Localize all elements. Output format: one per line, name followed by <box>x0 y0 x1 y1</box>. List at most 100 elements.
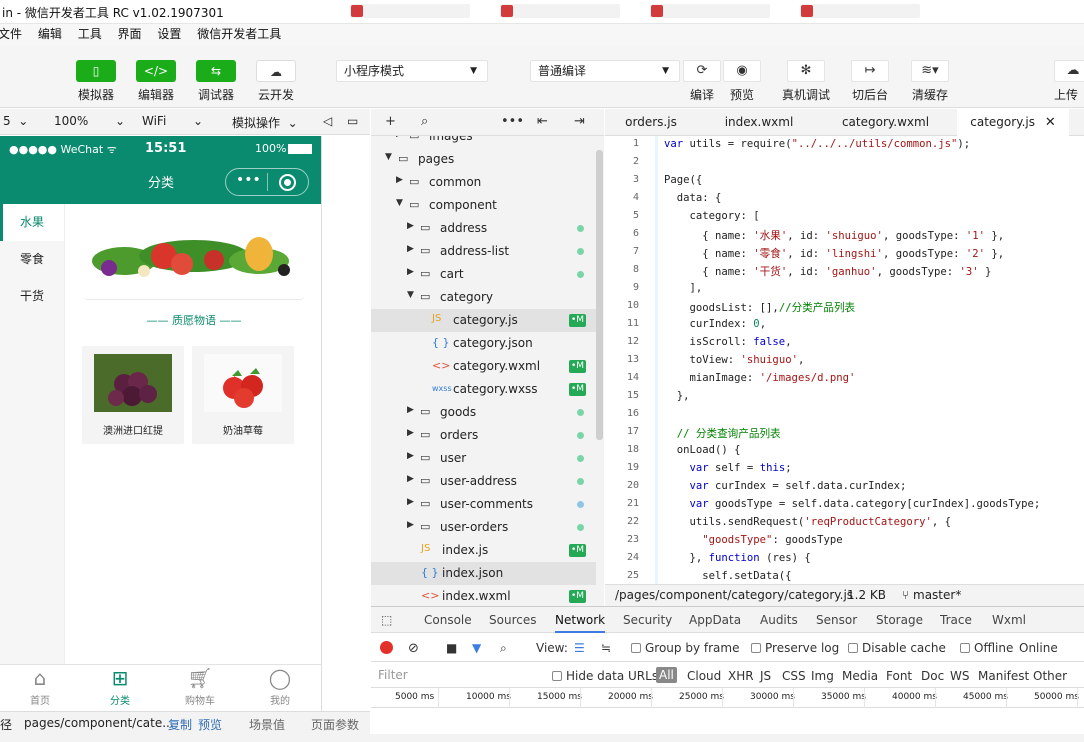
tree-item[interactable]: ▶ ▭ address <box>371 217 596 240</box>
camera-icon[interactable]: ■ <box>446 641 457 655</box>
type-filter-img[interactable]: Img <box>811 669 834 683</box>
clear-cache-button[interactable]: ≋▾ 清缓存 <box>911 60 949 103</box>
git-branch[interactable]: ⑂ master* <box>902 588 961 602</box>
search-icon[interactable]: ⌕ <box>421 114 428 129</box>
category-item-ganhuo[interactable]: 干货 <box>0 278 64 315</box>
close-icon[interactable]: ✕ <box>1045 115 1056 130</box>
preview-button[interactable]: ◉ 预览 <box>723 60 761 103</box>
devtab-console[interactable]: Console <box>424 613 472 627</box>
tab-mine[interactable]: ◯ 我的 <box>240 665 320 707</box>
tree-item[interactable]: ▶ ▭ common <box>371 171 596 194</box>
simulate-operation-select[interactable]: 模拟操作 ⌄ <box>232 114 298 131</box>
type-filter-xhr[interactable]: XHR <box>728 669 754 683</box>
devtab-sources[interactable]: Sources <box>489 613 536 627</box>
menu-view[interactable]: 界面 <box>118 24 142 44</box>
tree-item[interactable]: <> index.wxml •M <box>371 585 596 606</box>
tree-item[interactable]: ▶ ▭ user-address <box>371 470 596 493</box>
preview-link[interactable]: 预览 <box>198 716 222 733</box>
chevron-down-icon[interactable]: ▼ <box>396 198 403 208</box>
hide-data-urls-checkbox[interactable]: Hide data URLs <box>552 669 658 683</box>
capsule-menu[interactable]: ••• <box>225 168 309 196</box>
cloud-button[interactable]: ☁ 云开发 <box>256 60 296 103</box>
copy-link[interactable]: 复制 <box>168 716 192 733</box>
menu-tools[interactable]: 工具 <box>78 24 102 44</box>
background-button[interactable]: ↦ 切后台 <box>851 60 889 103</box>
clear-icon[interactable]: ⊘ <box>408 641 419 656</box>
tree-item[interactable]: ▶ ▭ address-list <box>371 240 596 263</box>
record-icon[interactable] <box>380 641 393 654</box>
filter-input[interactable]: Filter <box>378 668 408 682</box>
list-view-icon[interactable]: ☰ <box>574 641 585 655</box>
tab-category-js[interactable]: category.js ✕ <box>957 109 1069 136</box>
disable-cache-checkbox[interactable]: Disable cache <box>848 641 946 655</box>
type-filter-other[interactable]: Other <box>1033 669 1067 683</box>
chevron-down-icon[interactable]: ▼ <box>407 290 414 300</box>
type-filter-font[interactable]: Font <box>886 669 912 683</box>
chevron-right-icon[interactable]: ▶ <box>396 175 403 185</box>
type-filter-js[interactable]: JS <box>760 669 771 683</box>
tab-category-wxml[interactable]: category.wxml <box>823 109 948 136</box>
debugger-button[interactable]: ⇆ 调试器 <box>196 60 236 103</box>
more-icon[interactable]: ••• <box>501 114 524 129</box>
upload-button[interactable]: ☁ 上传 <box>1054 60 1084 103</box>
devtab-sensor[interactable]: Sensor <box>816 613 857 627</box>
menu-settings[interactable]: 设置 <box>157 24 181 44</box>
chevron-right-icon[interactable]: ▶ <box>407 267 414 277</box>
type-filter-doc[interactable]: Doc <box>921 669 944 683</box>
chevron-right-icon[interactable]: ▶ <box>407 428 414 438</box>
tab-cart[interactable]: 🛒︎ 购物车 <box>160 665 240 707</box>
preserve-log-checkbox[interactable]: Preserve log <box>751 641 839 655</box>
tree-item[interactable]: JS index.js •M <box>371 539 596 562</box>
chevron-right-icon[interactable]: ▶ <box>407 520 414 530</box>
zoom-select[interactable]: 100% ⌄ <box>54 114 125 128</box>
tab-category[interactable]: ⊞ 分类 <box>80 665 160 707</box>
chevron-right-icon[interactable]: ▶ <box>396 136 403 139</box>
mode-select[interactable]: 小程序模式 ▼ <box>336 60 488 82</box>
search-icon[interactable]: ⌕ <box>500 641 507 656</box>
category-item-shuiguo[interactable]: 水果 <box>0 204 64 241</box>
devtab-audits[interactable]: Audits <box>760 613 798 627</box>
editor-button[interactable]: </> 编辑器 <box>136 60 176 103</box>
tree-item[interactable]: ▶ ▭ orders <box>371 424 596 447</box>
devtab-wxml[interactable]: Wxml <box>992 613 1026 627</box>
type-filter-css[interactable]: CSS <box>782 669 806 683</box>
tab-index-wxml[interactable]: index.wxml <box>711 109 807 136</box>
category-item-lingshi[interactable]: 零食 <box>0 241 64 278</box>
tree-item[interactable]: ▶ ▭ user <box>371 447 596 470</box>
type-filter-ws[interactable]: WS <box>950 669 969 683</box>
inspect-icon[interactable]: ⬚ <box>381 613 392 627</box>
tab-orders-js[interactable]: orders.js <box>605 109 697 136</box>
devtab-trace[interactable]: Trace <box>940 613 972 627</box>
devtab-appdata[interactable]: AppData <box>689 613 741 627</box>
chevron-right-icon[interactable]: ▶ <box>407 474 414 484</box>
chevron-right-icon[interactable]: ▶ <box>407 497 414 507</box>
tree-item[interactable]: { } index.json <box>371 562 596 585</box>
type-filter-manifest[interactable]: Manifest <box>978 669 1029 683</box>
tree-item[interactable]: ▶ ▭ user-orders <box>371 516 596 539</box>
tree-item[interactable]: ▶ ▭ goods <box>371 401 596 424</box>
more-icon[interactable]: ••• <box>236 172 261 188</box>
add-icon[interactable]: + <box>385 114 396 129</box>
chevron-down-icon[interactable]: ▼ <box>385 152 392 162</box>
offline-checkbox[interactable]: Offline <box>960 641 1013 655</box>
group-by-frame-checkbox[interactable]: Group by frame <box>631 641 739 655</box>
page-params-button[interactable]: 页面参数 <box>311 716 359 733</box>
close-app-icon[interactable] <box>279 174 296 191</box>
window-icon[interactable]: ▭ <box>347 114 358 128</box>
remote-debug-button[interactable]: ✻ 真机调试 <box>782 60 830 103</box>
chevron-right-icon[interactable]: ▶ <box>407 244 414 254</box>
volume-icon[interactable]: ◁ <box>323 114 332 128</box>
goods-card[interactable]: 澳洲进口红提 <box>82 346 184 444</box>
simulator-button[interactable]: ▯ 模拟器 <box>76 60 116 103</box>
scene-value-button[interactable]: 场景值 <box>249 716 285 733</box>
waterfall-icon[interactable]: ≒ <box>601 641 611 655</box>
menu-wechat-devtools[interactable]: 微信开发者工具 <box>197 24 281 44</box>
goods-card[interactable]: 奶油草莓 <box>192 346 294 444</box>
menu-file[interactable]: 文件 <box>0 24 22 44</box>
split-icon[interactable]: ⇥ <box>574 114 585 129</box>
type-filter-media[interactable]: Media <box>842 669 878 683</box>
devtab-network[interactable]: Network <box>555 613 606 633</box>
tree-item[interactable]: ▼ ▭ component <box>371 194 596 217</box>
menu-edit[interactable]: 编辑 <box>38 24 62 44</box>
chevron-right-icon[interactable]: ▶ <box>407 221 414 231</box>
